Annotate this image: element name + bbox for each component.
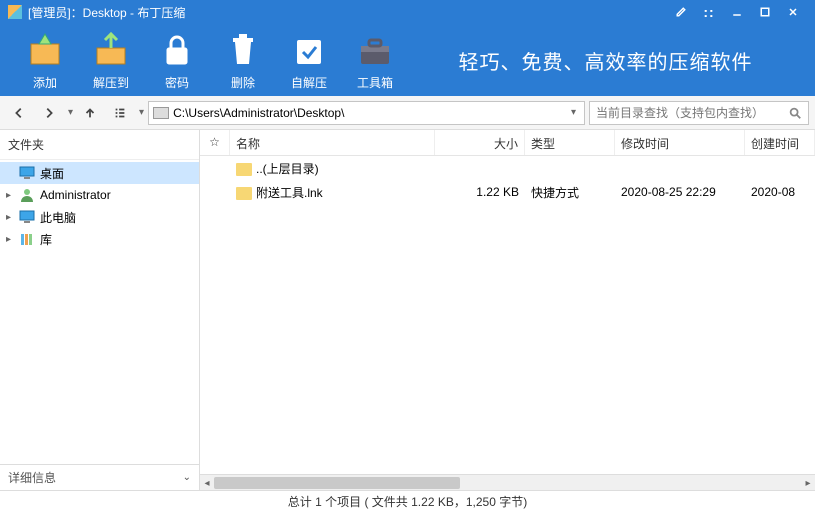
grid-icon[interactable]: :: — [695, 0, 723, 24]
add-label: 添加 — [33, 74, 57, 91]
extract-icon — [91, 30, 131, 70]
sfx-label: 自解压 — [291, 74, 327, 91]
edit-icon[interactable] — [667, 0, 695, 24]
list-header: ☆ 名称 大小 类型 修改时间 创建时间 — [200, 130, 815, 156]
tree-toggle[interactable]: ▸ — [6, 190, 18, 201]
path-dropdown[interactable]: ▾ — [567, 107, 580, 118]
sfx-icon — [289, 30, 329, 70]
app-icon — [8, 5, 22, 19]
col-type[interactable]: 类型 — [525, 130, 615, 155]
delete-label: 删除 — [231, 74, 255, 91]
forward-button[interactable] — [36, 100, 62, 126]
table-row[interactable]: 附送工具.lnk1.22 KB快捷方式2020-08-25 22:292020-… — [200, 180, 815, 204]
path-input[interactable] — [173, 106, 567, 120]
library-icon — [18, 232, 36, 246]
status-text: 总计 1 个项目 ( 文件共 1.22 KB，1,250 字节) — [288, 493, 527, 510]
maximize-button[interactable] — [751, 0, 779, 24]
toolbox-label: 工具箱 — [357, 74, 393, 91]
titlebar: [管理员]：Desktop - 布丁压缩 :: — [0, 0, 815, 24]
h-scrollbar[interactable]: ◂ ▸ — [200, 474, 815, 490]
tree-item[interactable]: 桌面 — [0, 162, 199, 184]
extract-button[interactable]: 解压到 — [78, 30, 144, 91]
scroll-right-icon[interactable]: ▸ — [801, 475, 815, 491]
tree-toggle[interactable]: ▸ — [6, 212, 18, 223]
password-label: 密码 — [165, 74, 189, 91]
navbar: ▾ ▾ ▾ — [0, 96, 815, 130]
detail-panel-header[interactable]: 详细信息 ⌄ — [0, 464, 199, 490]
view-button[interactable] — [107, 100, 133, 126]
password-button[interactable]: 密码 — [144, 30, 210, 91]
delete-button[interactable]: 删除 — [210, 30, 276, 91]
list-body: ..(上层目录)附送工具.lnk1.22 KB快捷方式2020-08-25 22… — [200, 156, 815, 474]
back-button[interactable] — [6, 100, 32, 126]
add-button[interactable]: 添加 — [12, 30, 78, 91]
scroll-left-icon[interactable]: ◂ — [200, 475, 214, 491]
folder-tree: 桌面▸Administrator▸此电脑▸库 — [0, 160, 199, 464]
tree-label: 桌面 — [40, 165, 64, 182]
sidebar-header: 文件夹 — [0, 130, 199, 160]
path-box[interactable]: ▾ — [148, 101, 585, 125]
col-modified[interactable]: 修改时间 — [615, 130, 745, 155]
tree-label: 库 — [40, 231, 52, 248]
table-row[interactable]: ..(上层目录) — [200, 156, 815, 180]
detail-label: 详细信息 — [8, 469, 56, 486]
view-dropdown[interactable]: ▾ — [137, 107, 144, 118]
add-icon — [25, 30, 65, 70]
history-dropdown[interactable]: ▾ — [66, 107, 73, 118]
sidebar: 文件夹 桌面▸Administrator▸此电脑▸库 详细信息 ⌄ — [0, 130, 200, 490]
monitor-icon — [18, 210, 36, 224]
col-created[interactable]: 创建时间 — [745, 130, 815, 155]
drive-icon — [153, 107, 169, 119]
scroll-thumb[interactable] — [214, 477, 460, 489]
statusbar: 总计 1 个项目 ( 文件共 1.22 KB，1,250 字节) — [0, 490, 815, 512]
col-name[interactable]: 名称 — [230, 130, 435, 155]
sfx-button[interactable]: 自解压 — [276, 30, 342, 91]
tree-label: Administrator — [40, 188, 111, 202]
toolbar-slogan: 轻巧、免费、高效率的压缩软件 — [408, 46, 803, 75]
minimize-button[interactable] — [723, 0, 751, 24]
up-button[interactable] — [77, 100, 103, 126]
tree-item[interactable]: ▸库 — [0, 228, 199, 250]
col-size[interactable]: 大小 — [435, 130, 525, 155]
toolbox-button[interactable]: 工具箱 — [342, 30, 408, 91]
close-button[interactable] — [779, 0, 807, 24]
main-toolbar: 添加 解压到 密码 删除 自解压 工具箱 轻巧、免费、高效率的压缩软件 — [0, 24, 815, 96]
tree-item[interactable]: ▸ Administrator — [0, 184, 199, 206]
toolbox-icon — [355, 30, 395, 70]
tree-toggle[interactable]: ▸ — [6, 234, 18, 245]
chevron-down-icon: ⌄ — [183, 472, 191, 483]
file-list-pane: ☆ 名称 大小 类型 修改时间 创建时间 ..(上层目录)附送工具.lnk1.2… — [200, 130, 815, 490]
folder-icon — [236, 187, 252, 200]
trash-icon — [223, 30, 263, 70]
window-title: [管理员]：Desktop - 布丁压缩 — [28, 4, 185, 21]
search-icon[interactable] — [788, 106, 802, 120]
user-icon — [18, 188, 36, 202]
search-box[interactable] — [589, 101, 809, 125]
col-star[interactable]: ☆ — [200, 130, 230, 155]
monitor-icon — [18, 166, 36, 180]
tree-label: 此电脑 — [40, 209, 76, 226]
search-input[interactable] — [596, 106, 788, 120]
tree-item[interactable]: ▸ 此电脑 — [0, 206, 199, 228]
lock-icon — [157, 30, 197, 70]
extract-label: 解压到 — [93, 74, 129, 91]
folder-icon — [236, 163, 252, 176]
